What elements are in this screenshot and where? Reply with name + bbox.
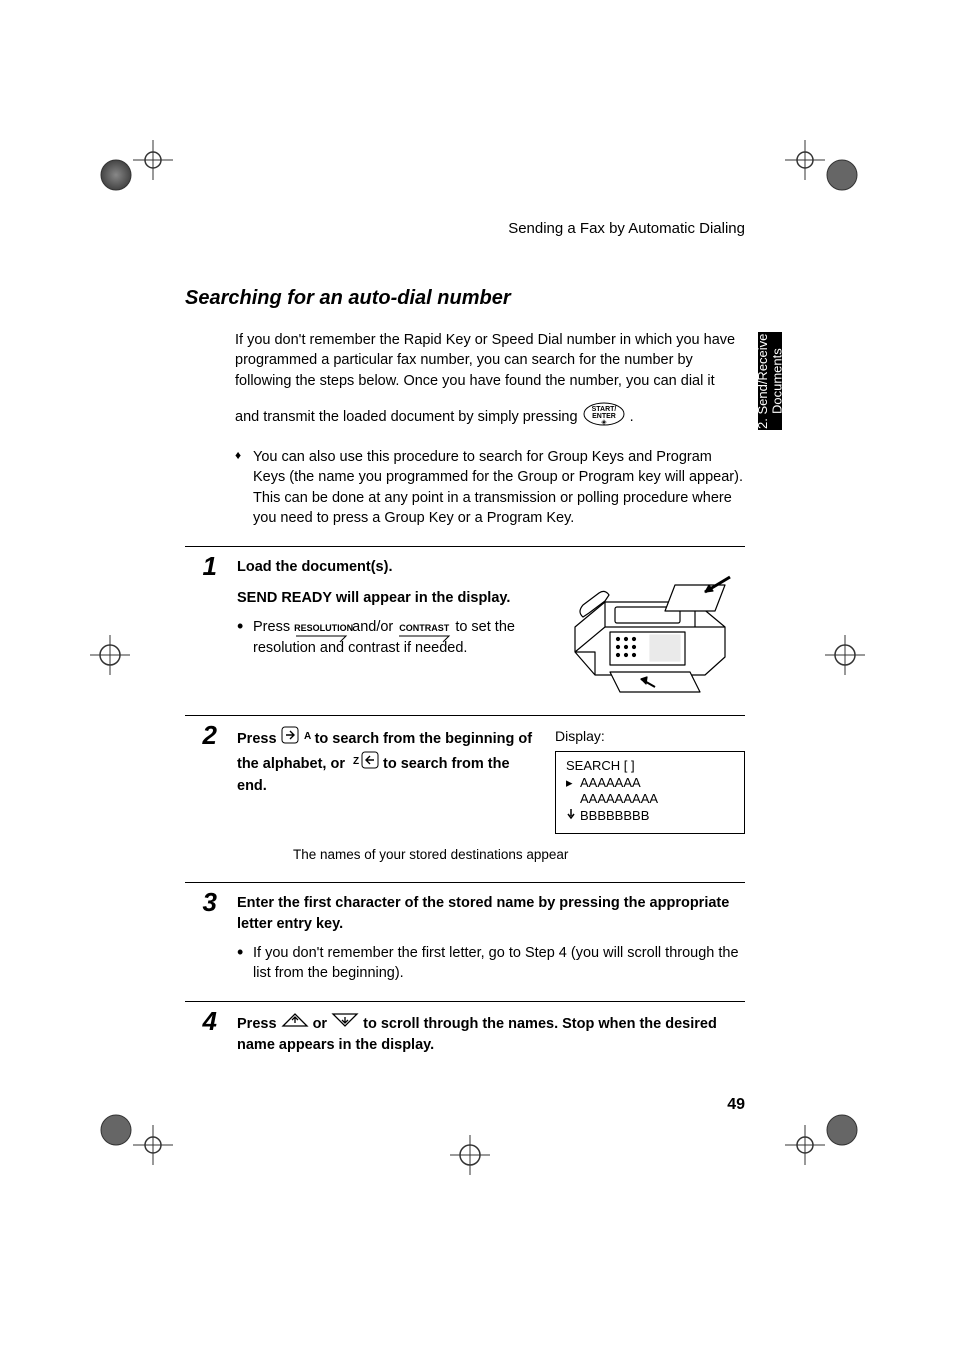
- intro-text-before: and transmit the loaded document by simp…: [235, 409, 582, 425]
- intro-text-after: .: [630, 409, 634, 425]
- intro-block: If you don't remember the Rapid Key or S…: [235, 330, 745, 528]
- intro-inline-row: and transmit the loaded document by simp…: [235, 401, 745, 433]
- display-line: ▸ AAAAAAA: [566, 775, 734, 792]
- step1-press-label: Press: [253, 619, 294, 635]
- chapter-tab: 2. Send/Receive Documents: [758, 332, 782, 430]
- step4-seg-b: or: [313, 1016, 332, 1032]
- contrast-key-label: CONTRAST: [397, 624, 451, 633]
- step-number: 1: [177, 551, 217, 582]
- svg-text:◈: ◈: [601, 419, 607, 426]
- registration-mark: [98, 1095, 178, 1180]
- section-title: Searching for an auto-dial number: [185, 287, 745, 310]
- display-line: SEARCH [ ]: [566, 758, 734, 775]
- pointer-right-icon: ▸: [566, 775, 573, 792]
- display-entry: BBBBBBBB: [580, 808, 649, 823]
- svg-text:START/: START/: [591, 406, 616, 413]
- step4-seg-c: to scroll through the names. Stop when t…: [237, 1016, 717, 1054]
- down-arrow-icon: [566, 808, 576, 825]
- registration-mark: [780, 1095, 860, 1180]
- running-header: Sending a Fax by Automatic Dialing: [185, 220, 745, 237]
- intro-note: You can also use this procedure to searc…: [235, 447, 745, 528]
- display-label: Display:: [555, 726, 745, 746]
- resolution-key-label: RESOLUTION: [294, 624, 348, 633]
- svg-text:A: A: [304, 731, 311, 742]
- page-number: 49: [185, 1096, 745, 1114]
- display-entry: AAAAAAA: [580, 775, 641, 790]
- svg-text:Z: Z: [353, 756, 359, 767]
- step3-title: Enter the first character of the stored …: [237, 895, 729, 932]
- fax-machine-illustration: [555, 557, 735, 697]
- step2-text: Press A to search from the beginning of …: [237, 731, 532, 795]
- step-number: 4: [177, 1006, 217, 1037]
- left-arrow-z-key-icon: Z: [349, 751, 379, 776]
- contrast-key-icon: CONTRAST: [397, 624, 451, 644]
- display-line: AAAAAAAAA: [566, 791, 734, 808]
- step3-bullet: If you don't remember the first letter, …: [237, 943, 745, 984]
- step1-bullet: Press RESOLUTION and/or CONTRAST to set …: [237, 617, 539, 658]
- step-number: 2: [177, 720, 217, 751]
- registration-mark: [98, 130, 178, 215]
- step1-subtitle: SEND READY will appear in the display.: [237, 590, 510, 606]
- display-line: BBBBBBBB: [566, 808, 734, 825]
- start-enter-key-icon: START/ ENTER ◈: [582, 401, 626, 433]
- registration-mark: [780, 130, 860, 215]
- step2-caption: The names of your stored destinations ap…: [293, 846, 745, 864]
- step4-text: Press or to scroll through the names. St…: [237, 1016, 717, 1054]
- step1-title: Load the document(s).: [237, 559, 392, 575]
- intro-paragraph: If you don't remember the Rapid Key or S…: [235, 330, 745, 391]
- resolution-key-icon: RESOLUTION: [294, 624, 348, 644]
- step-number: 3: [177, 887, 217, 918]
- registration-mark: [445, 1130, 495, 1185]
- down-arrow-key-icon: [331, 1012, 359, 1035]
- right-arrow-a-key-icon: A: [281, 726, 311, 751]
- step4-seg-a: Press: [237, 1016, 281, 1032]
- registration-mark: [820, 630, 870, 685]
- registration-mark: [85, 630, 135, 685]
- step2-seg-a: Press: [237, 731, 281, 747]
- step1-mid-text: and/or: [352, 619, 397, 635]
- up-arrow-key-icon: [281, 1012, 309, 1035]
- chapter-tab-label: 2. Send/Receive Documents: [756, 332, 785, 430]
- display-box: SEARCH [ ] ▸ AAAAAAA AAAAAAAAA BBBBBBBB: [555, 751, 745, 835]
